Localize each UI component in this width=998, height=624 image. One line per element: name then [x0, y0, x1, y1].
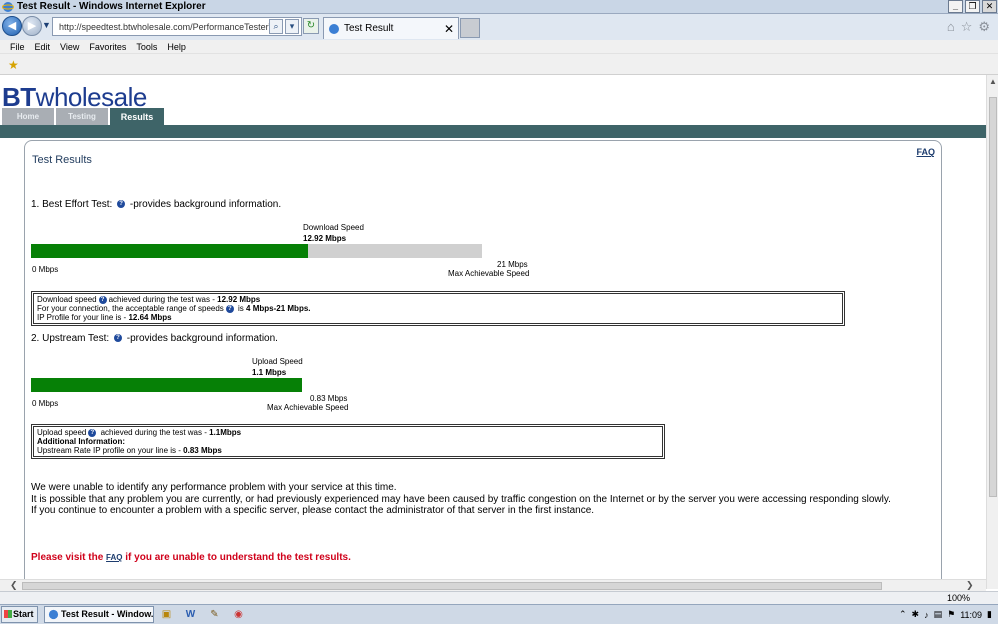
- upload-speed-bar: [31, 378, 302, 392]
- page-viewport: BTwholesale Home Testing Results FAQ Tes…: [0, 75, 986, 579]
- upload-info-box: Upload speed? achieved during the test w…: [31, 424, 665, 459]
- download-max-label: 21 Mbps: [497, 260, 528, 269]
- show-hidden-icons-icon[interactable]: ⌃: [899, 609, 907, 620]
- show-desktop-icon[interactable]: ▮: [987, 609, 992, 620]
- horizontal-scroll-thumb[interactable]: [22, 582, 882, 590]
- scroll-up-icon[interactable]: ▲: [988, 77, 998, 87]
- favorites-bar: ★: [0, 53, 998, 75]
- maximize-button[interactable]: ❐: [965, 0, 980, 13]
- window-controls: _ ❐ ✕: [948, 0, 997, 13]
- download-speed-bar: [31, 244, 482, 258]
- tab-title: Test Result: [344, 23, 394, 34]
- status-bar: 100%: [0, 591, 998, 604]
- windows-logo-icon: [4, 610, 12, 618]
- summary-text: We were unable to identify any performan…: [31, 482, 931, 517]
- horizontal-scrollbar[interactable]: ❮ ❯: [0, 579, 986, 591]
- url-text: http://speedtest.btwholesale.com/Perform…: [59, 21, 302, 32]
- menu-view[interactable]: View: [60, 42, 79, 52]
- taskbar: Start Test Result - Window... ▣ W ✎ ◉ ⌃ …: [0, 604, 998, 624]
- refresh-icon[interactable]: ↻: [303, 18, 319, 34]
- menu-tools[interactable]: Tools: [136, 42, 157, 52]
- help-icon[interactable]: ?: [117, 200, 126, 209]
- window-titlebar: Test Result - Windows Internet Explorer …: [0, 0, 998, 14]
- download-speed-fill: [31, 244, 309, 258]
- scroll-right-icon[interactable]: ❯: [966, 580, 974, 591]
- taskbar-item-ie[interactable]: Test Result - Window...: [44, 606, 154, 623]
- upload-min-label: 0 Mbps: [32, 399, 59, 408]
- summary-line: If you continue to encounter a problem w…: [31, 505, 595, 516]
- upload-gauge-value: 1.1 Mbps: [252, 368, 287, 377]
- menu-favorites[interactable]: Favorites: [89, 42, 126, 52]
- volume-icon[interactable]: ♪: [924, 610, 929, 620]
- help-icon[interactable]: ?: [88, 428, 97, 437]
- upload-gauge-title: Upload Speed: [252, 357, 303, 366]
- scroll-left-icon[interactable]: ❮: [10, 580, 18, 591]
- start-button[interactable]: Start: [1, 606, 38, 623]
- download-gauge-value: 12.92 Mbps: [303, 234, 347, 243]
- upload-max-label: 0.83 Mbps: [310, 394, 348, 403]
- summary-line: It is possible that any problem you are …: [31, 493, 891, 505]
- minimize-button[interactable]: _: [948, 0, 963, 13]
- word-icon[interactable]: W: [184, 608, 197, 621]
- download-info-box: Download speed? achieved during the test …: [31, 291, 845, 326]
- vertical-scrollbar[interactable]: ▲: [986, 75, 998, 589]
- tab-page-icon: [329, 23, 339, 34]
- vertical-scroll-thumb[interactable]: [989, 97, 997, 497]
- site-tab-results[interactable]: Results: [110, 108, 164, 126]
- download-min-label: 0 Mbps: [32, 265, 59, 274]
- menu-edit[interactable]: Edit: [35, 42, 51, 52]
- internet-explorer-icon: [2, 1, 14, 12]
- site-nav: Home Testing Results: [2, 108, 164, 126]
- help-icon[interactable]: ?: [98, 295, 107, 304]
- upload-max-caption: Max Achievable Speed: [267, 403, 349, 412]
- recent-pages-chevron-icon[interactable]: ▼: [42, 20, 51, 30]
- internet-explorer-icon: [48, 609, 59, 620]
- add-favorites-icon[interactable]: ★: [8, 58, 19, 72]
- upload-speed-fill: [31, 378, 302, 392]
- faq-inline-link[interactable]: FAQ: [106, 553, 122, 562]
- zoom-level[interactable]: 100%: [947, 593, 970, 603]
- favorites-star-icon[interactable]: ☆: [961, 19, 973, 35]
- close-window-button[interactable]: ✕: [982, 0, 997, 13]
- window-title: Test Result - Windows Internet Explorer: [17, 1, 206, 12]
- tools-gear-icon[interactable]: ⚙: [978, 19, 990, 35]
- menu-bar: File Edit View Favorites Tools Help: [0, 40, 998, 53]
- results-panel: FAQ Test Results 1. Best Effort Test: ? …: [24, 140, 942, 579]
- bluetooth-icon[interactable]: ✱: [912, 609, 920, 620]
- new-tab-button[interactable]: [460, 18, 480, 38]
- bt-wholesale-logo[interactable]: BTwholesale: [2, 83, 147, 111]
- menu-file[interactable]: File: [10, 42, 25, 52]
- summary-line: We were unable to identify any performan…: [31, 482, 397, 493]
- help-icon[interactable]: ?: [113, 334, 122, 343]
- site-tab-home[interactable]: Home: [2, 108, 54, 125]
- address-dropdown-icon[interactable]: ▾: [285, 19, 299, 34]
- download-max-caption: Max Achievable Speed: [448, 269, 530, 278]
- close-tab-icon[interactable]: ✕: [444, 22, 454, 36]
- home-icon[interactable]: ⌂: [947, 19, 955, 35]
- menu-help[interactable]: Help: [167, 42, 186, 52]
- page-title: Test Results: [32, 154, 92, 166]
- search-icon[interactable]: ⌕: [269, 19, 283, 34]
- chrome-icon[interactable]: ◉: [232, 608, 245, 621]
- back-button[interactable]: ◀: [2, 16, 22, 36]
- tab-test-result[interactable]: Test Result ✕: [323, 17, 459, 39]
- system-tray: ⌃ ✱ ♪ ▤ ⚑ 11:09 ▮: [893, 606, 998, 623]
- paint-icon[interactable]: ✎: [208, 608, 221, 621]
- network-icon[interactable]: ▤: [934, 609, 943, 620]
- upstream-heading: 2. Upstream Test: ? -provides background…: [31, 333, 278, 344]
- folder-icon[interactable]: ▣: [160, 608, 173, 621]
- address-row: ◀ ▶ ▼ http://speedtest.btwholesale.com/P…: [0, 14, 998, 40]
- forward-button[interactable]: ▶: [22, 16, 42, 36]
- faq-link[interactable]: FAQ: [916, 147, 935, 157]
- download-gauge-title: Download Speed: [303, 223, 364, 232]
- site-tab-testing[interactable]: Testing: [56, 108, 108, 125]
- best-effort-heading: 1. Best Effort Test: ? -provides backgro…: [31, 199, 282, 210]
- action-center-flag-icon[interactable]: ⚑: [947, 609, 955, 620]
- help-icon[interactable]: ?: [225, 304, 234, 313]
- address-bar[interactable]: http://speedtest.btwholesale.com/Perform…: [52, 17, 302, 36]
- clock[interactable]: 11:09: [960, 610, 982, 620]
- faq-notice: Please visit the FAQ if you are unable t…: [31, 552, 351, 563]
- header-band: [0, 125, 986, 138]
